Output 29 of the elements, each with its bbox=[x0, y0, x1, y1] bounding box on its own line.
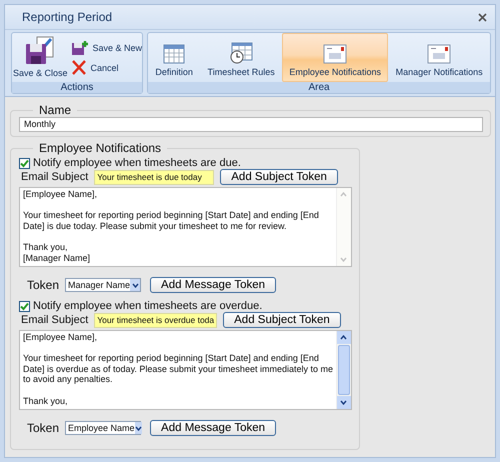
ribbon-tab[interactable]: Manager Notifications bbox=[388, 33, 490, 82]
name-field[interactable]: Monthly bbox=[19, 117, 483, 132]
cancel-button[interactable]: Cancel bbox=[68, 58, 144, 77]
token-dropdown[interactable]: Manager Name bbox=[65, 278, 142, 292]
ribbon-tab[interactable]: Employee Notifications bbox=[282, 33, 388, 82]
save-and-close-button[interactable]: Save & Close bbox=[12, 33, 69, 82]
group-label: Name bbox=[38, 103, 72, 117]
subject-field[interactable]: Your timesheet is due today bbox=[94, 170, 214, 184]
checkbox-label: Notify employee when timesheets are due. bbox=[33, 157, 241, 169]
email-subject-label: Email Subject bbox=[21, 171, 88, 183]
ribbon-tab[interactable]: Timesheet Rules bbox=[200, 33, 282, 82]
message-field[interactable]: [Employee Name], Your timesheet for reporting period beginning [Start Date] and ending [End Date] is due today. Please submit your timesheet to me for review. Thank you, [Manager Name] bbox=[19, 187, 352, 267]
subject-field[interactable]: Your timesheet is overdue toda bbox=[94, 312, 218, 328]
token-dropdown[interactable]: Employee Name bbox=[65, 421, 142, 435]
group-label: Employee Notifications bbox=[38, 141, 162, 155]
add-message-token-button[interactable]: Add Message Token bbox=[150, 277, 276, 293]
token-label: Token bbox=[27, 421, 60, 435]
group-label: Actions bbox=[12, 82, 142, 93]
ribbon-tab[interactable]: Definition bbox=[148, 33, 200, 82]
token-label: Token bbox=[27, 278, 60, 292]
add-subject-token-button[interactable]: Add Subject Token bbox=[223, 312, 341, 328]
email-subject-label: Email Subject bbox=[21, 314, 88, 326]
save-and-new-button[interactable]: Save & New bbox=[68, 38, 144, 58]
message-field[interactable]: [Employee Name], Your timesheet for reporting period beginning [Start Date] and ending [End Date] is overdue as of today. Please submit your timesheet immediately to me to avoid any penalties. Thank you, bbox=[19, 330, 352, 410]
group-label: Area bbox=[148, 82, 490, 93]
window-title: Reporting Period bbox=[22, 10, 112, 24]
add-message-token-button[interactable]: Add Message Token bbox=[150, 420, 276, 436]
add-subject-token-button[interactable]: Add Subject Token bbox=[220, 169, 338, 185]
checkbox-label: Notify employee when timesheets are overdue. bbox=[33, 300, 262, 312]
